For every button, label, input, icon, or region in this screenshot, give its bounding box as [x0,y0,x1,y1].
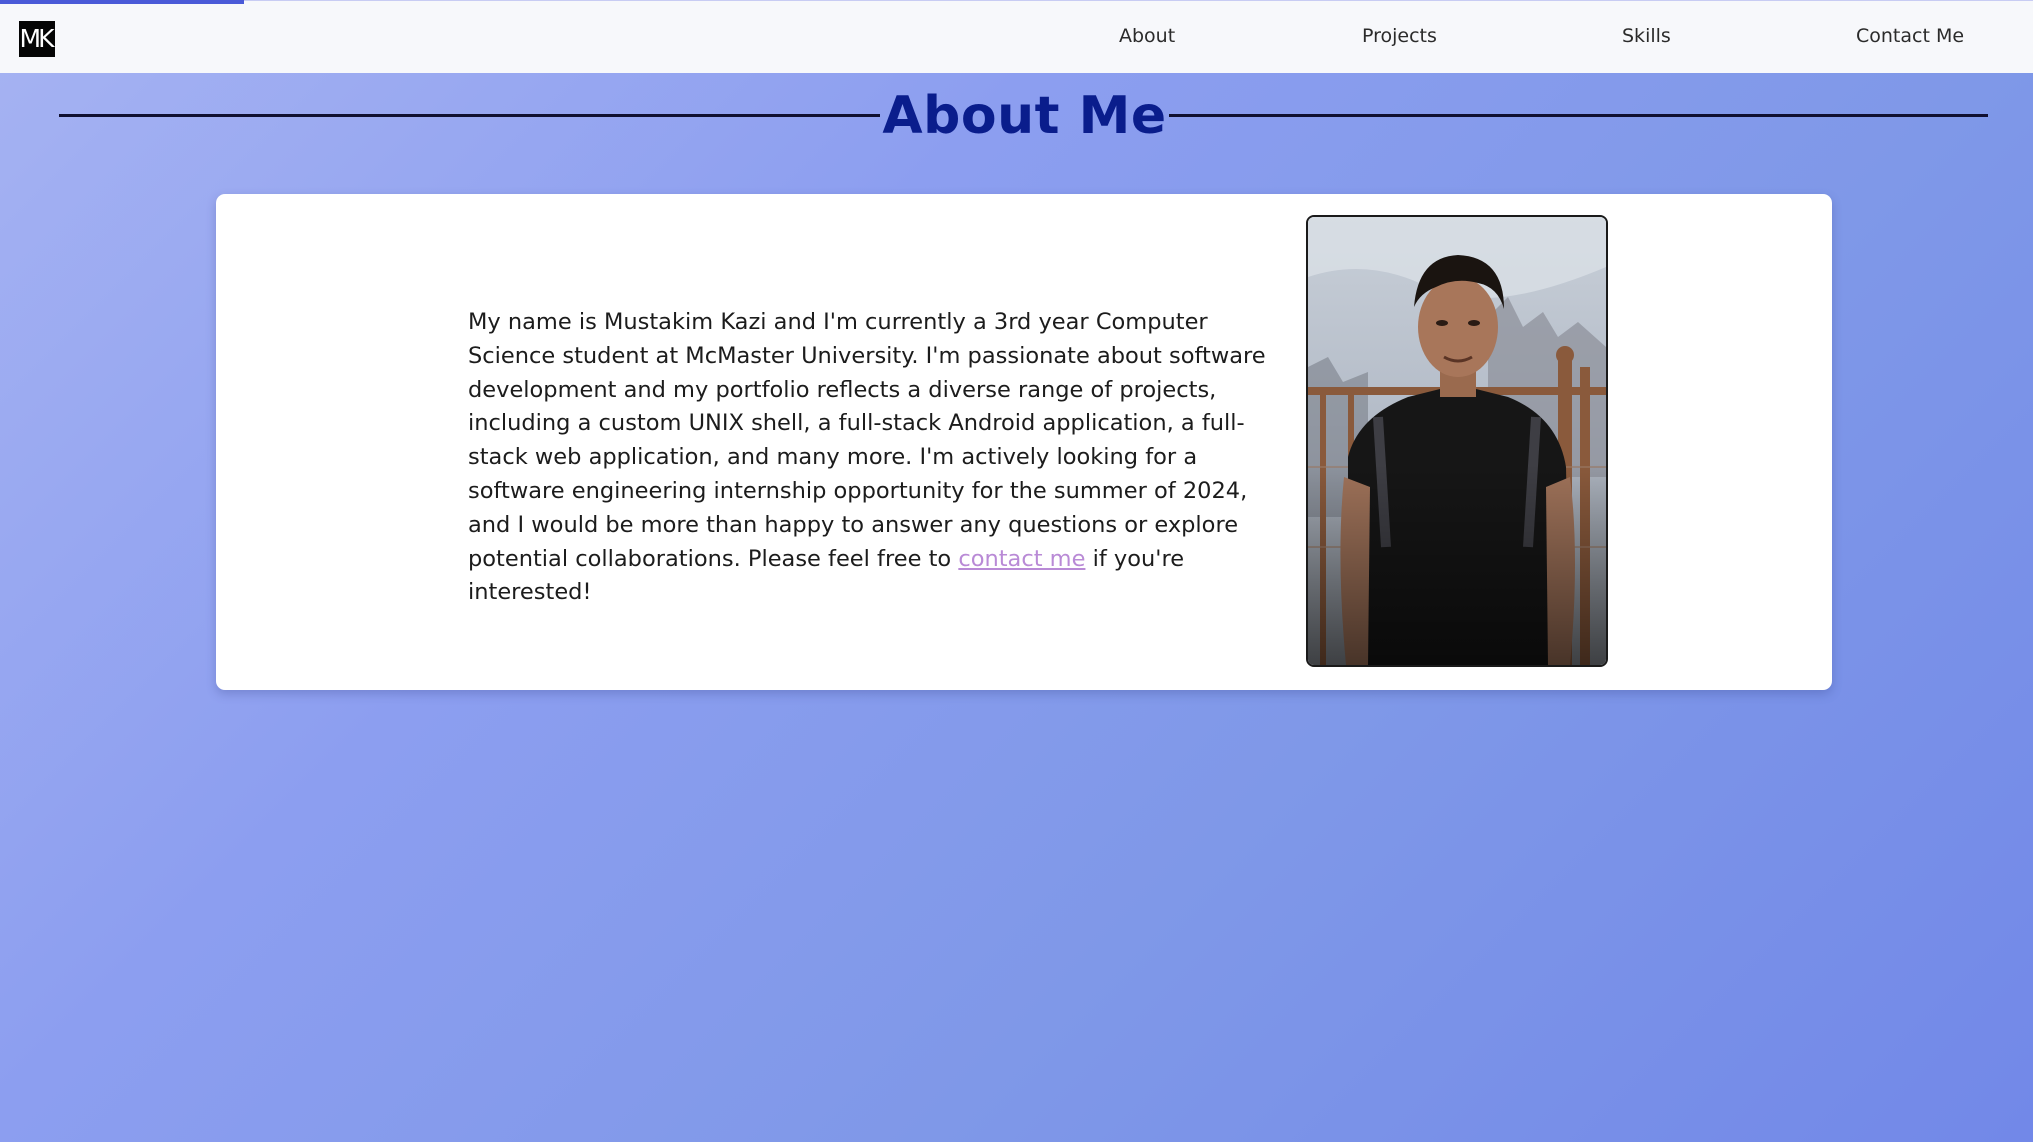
nav-link-projects[interactable]: Projects [1362,25,1437,47]
bio-paragraph: My name is Mustakim Kazi and I'm current… [468,306,1268,610]
page-title: About Me [882,86,1167,146]
profile-photo [1306,215,1608,667]
nav-link-skills[interactable]: Skills [1622,25,1671,47]
scroll-progress-bar [0,0,244,4]
about-card: My name is Mustakim Kazi and I'm current… [216,194,1832,690]
navbar: MK About Projects Skills Contact Me [0,0,2033,73]
title-divider-right [1169,114,1988,117]
nav-link-contact-me[interactable]: Contact Me [1856,25,1964,47]
title-divider-left [59,114,880,117]
contact-me-link[interactable]: contact me [958,546,1085,572]
bio-text: My name is Mustakim Kazi and I'm current… [468,309,1266,572]
nav-link-about[interactable]: About [1119,25,1175,47]
logo[interactable]: MK [19,21,55,57]
section-header: About Me [59,80,1988,152]
